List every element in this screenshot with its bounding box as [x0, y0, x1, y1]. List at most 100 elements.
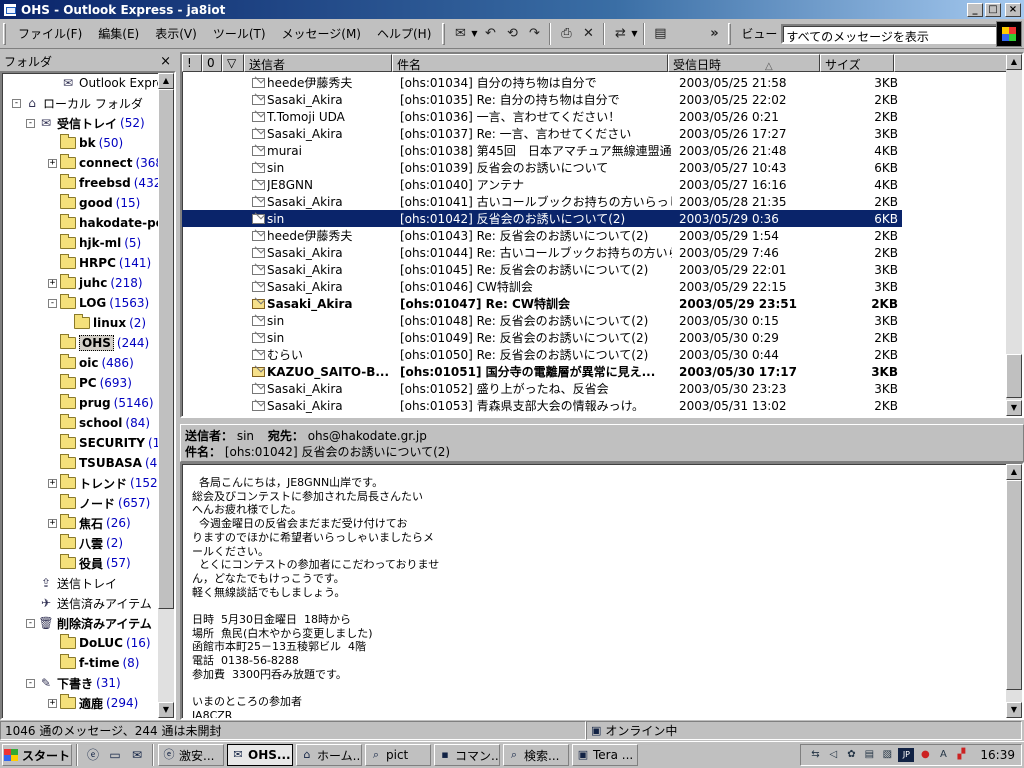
folder-item[interactable]: + juhc (218) [48, 273, 143, 293]
folder-item[interactable]: ノード (657) [48, 493, 150, 513]
new-mail-dropdown-icon[interactable]: ▼ [471, 29, 479, 38]
folder-tree-scrollbar[interactable]: ▲ ▼ [158, 73, 174, 718]
folder-item[interactable]: ✈ 送信済みアイテム [26, 593, 152, 613]
folder-item[interactable]: oic (486) [48, 353, 134, 373]
internet-explorer-icon[interactable]: ⓔ [84, 746, 102, 764]
message-row[interactable]: むらい [ohs:01050] Re: 反省会のお誘いについて(2) 2003/05… [182, 346, 902, 363]
forward-icon[interactable]: ↷ [523, 23, 545, 45]
toolbar-grip[interactable] [442, 22, 446, 45]
send-receive-dropdown-icon[interactable]: ▼ [631, 29, 639, 38]
message-row[interactable]: heede伊藤秀夫 [ohs:01043] Re: 反省会のお誘いについて(2) 2… [182, 227, 902, 244]
folder-item[interactable]: - ✎ 下書き (31) [26, 673, 121, 693]
menu-message[interactable]: メッセージ(M) [274, 23, 369, 44]
ime-indicator[interactable]: JP [898, 748, 915, 762]
folder-item[interactable]: - LOG (1563) [48, 293, 149, 313]
task-button-home[interactable]: ⌂ ホーム... [296, 744, 362, 766]
folder-item[interactable]: TSUBASA (4 [48, 453, 157, 473]
collapse-icon[interactable]: - [26, 118, 35, 128]
folder-item[interactable]: ⇪ 送信トレイ [26, 573, 117, 593]
volume-icon[interactable]: ◁ [826, 748, 840, 762]
scroll-thumb[interactable] [1006, 354, 1022, 398]
folder-scroll-up-button[interactable]: ▲ [158, 73, 174, 89]
close-button[interactable]: × [1005, 2, 1021, 17]
task-button-command[interactable]: ▪ コマン... [434, 744, 500, 766]
column-received[interactable]: 受信日時 △ [668, 54, 820, 72]
folder-pane-close-icon[interactable]: × [160, 54, 171, 69]
message-row[interactable]: Sasaki_Akira [ohs:01045] Re: 反省会のお誘いについて(… [182, 261, 902, 278]
menu-grip[interactable] [3, 22, 6, 45]
message-row[interactable]: sin [ohs:01042] 反省会のお誘いについて(2) 2003/05/29 … [182, 210, 902, 227]
folder-item[interactable]: - 🗑 削除済みアイテム [26, 613, 152, 633]
message-row[interactable]: sin [ohs:01048] Re: 反省会のお誘いについて(2) 2003/05… [182, 312, 902, 329]
delete-icon[interactable]: ✕ [577, 23, 599, 45]
folder-item[interactable]: hakodate-pc [48, 213, 163, 233]
reply-all-icon[interactable]: ⟲ [501, 23, 523, 45]
message-row[interactable]: Sasaki_Akira [ohs:01044] Re: 古いコールブックお持ちの… [182, 244, 902, 261]
column-priority[interactable]: ! [182, 54, 202, 72]
send-receive-icon[interactable]: ⇄ [609, 23, 631, 45]
address-book-icon[interactable]: ▤ [649, 23, 671, 45]
folder-item[interactable]: good (15) [48, 193, 140, 213]
scroll-up-button[interactable]: ▲ [1006, 54, 1022, 70]
folder-item[interactable]: PC (693) [48, 373, 132, 393]
message-row[interactable]: Sasaki_Akira [ohs:01052] 盛り上がったね、反省会 2003/… [182, 380, 902, 397]
start-button[interactable]: スタート [2, 744, 72, 766]
message-row[interactable]: Sasaki_Akira [ohs:01037] Re: 一言、言わせてください 2… [182, 125, 902, 142]
folder-item[interactable]: freebsd (432) [48, 173, 166, 193]
tray-app-icon[interactable]: ▧ [880, 748, 894, 762]
menu-file[interactable]: ファイル(F) [10, 23, 90, 44]
folder-scroll-thumb[interactable] [158, 89, 174, 609]
column-size[interactable]: サイズ [820, 54, 894, 72]
print-icon[interactable]: ⎙ [555, 23, 577, 45]
message-row[interactable]: heede伊藤秀夫 [ohs:01034] 自分の持ち物は自分で 2003/05/2… [182, 74, 902, 91]
task-button-tera[interactable]: ▣ Tera ... [572, 744, 638, 766]
folder-item[interactable]: OHS (244) [48, 333, 149, 353]
menu-help[interactable]: ヘルプ(H) [369, 23, 439, 44]
preview-scroll-up-button[interactable]: ▲ [1006, 464, 1022, 480]
toolbar-more-icon[interactable]: » [703, 23, 725, 45]
view-bar-grip[interactable] [728, 22, 732, 45]
folder-item[interactable]: linux (2) [62, 313, 146, 333]
folder-item[interactable]: HRPC (141) [48, 253, 151, 273]
menu-view[interactable]: 表示(V) [147, 23, 205, 44]
preview-body[interactable]: 各局こんにちは，JE8GNN山岸です。 総会及びコンテストに参加された局長さんた… [180, 462, 1024, 720]
maximize-button[interactable]: □ [985, 2, 1001, 17]
column-attachment[interactable]: 0 [202, 54, 222, 72]
tray-app-icon[interactable]: A [936, 748, 950, 762]
message-row[interactable]: Sasaki_Akira [ohs:01047] Re: CW特訓会 2003/05… [182, 295, 902, 312]
folder-item[interactable]: - ✉ 受信トレイ (52) [26, 113, 145, 133]
folder-scroll-down-button[interactable]: ▼ [158, 702, 174, 718]
clock[interactable]: 16:39 [980, 748, 1015, 762]
message-list-scrollbar[interactable]: ▲ ▼ [1006, 54, 1022, 416]
folder-item[interactable]: SECURITY (1 [48, 433, 160, 453]
scroll-down-button[interactable]: ▼ [1006, 400, 1022, 416]
column-from[interactable]: 送信者 [244, 54, 392, 72]
message-row[interactable]: KAZUO_SAITO-B... [ohs:01051] 国分寺の電離層が異常に見… [182, 363, 902, 380]
tray-app-icon[interactable]: ▞ [954, 748, 968, 762]
menu-tools[interactable]: ツール(T) [205, 23, 274, 44]
task-button-pict[interactable]: ⌕ pict [365, 744, 431, 766]
collapse-icon[interactable]: - [48, 298, 57, 308]
preview-scrollbar[interactable]: ▲ ▼ [1006, 464, 1022, 718]
network-icon[interactable]: ⇆ [808, 748, 822, 762]
message-row[interactable]: Sasaki_Akira [ohs:01046] CW特訓会 2003/05/29 … [182, 278, 902, 295]
message-row[interactable]: T.Tomoji UDA [ohs:01036] 一言、言わせてください！ 2003… [182, 108, 902, 125]
preview-scroll-thumb[interactable] [1006, 480, 1022, 690]
column-subject[interactable]: 件名 [392, 54, 668, 72]
expand-icon[interactable]: + [48, 518, 57, 528]
task-button-bargain[interactable]: ⓔ 激安... [158, 744, 224, 766]
folder-item[interactable]: DoLUC (16) [48, 633, 151, 653]
reply-icon[interactable]: ↶ [479, 23, 501, 45]
folder-item[interactable]: school (84) [48, 413, 150, 433]
message-row[interactable]: Sasaki_Akira [ohs:01035] Re: 自分の持ち物は自分で 20… [182, 91, 902, 108]
folder-item[interactable]: ✉ Outlook Express [48, 73, 174, 93]
message-row[interactable]: JE8GNN [ohs:01040] アンテナ 2003/05/27 16:16 4K… [182, 176, 902, 193]
collapse-icon[interactable]: - [26, 618, 35, 628]
column-flag[interactable]: ▽ [222, 54, 244, 72]
folder-item[interactable]: hjk-ml (5) [48, 233, 141, 253]
expand-icon[interactable]: + [48, 478, 57, 488]
task-button-search[interactable]: ⌕ 検索... [503, 744, 569, 766]
folder-item[interactable]: + 適鹿 (294) [48, 693, 138, 713]
menu-edit[interactable]: 編集(E) [90, 23, 147, 44]
show-desktop-icon[interactable]: ▭ [106, 746, 124, 764]
